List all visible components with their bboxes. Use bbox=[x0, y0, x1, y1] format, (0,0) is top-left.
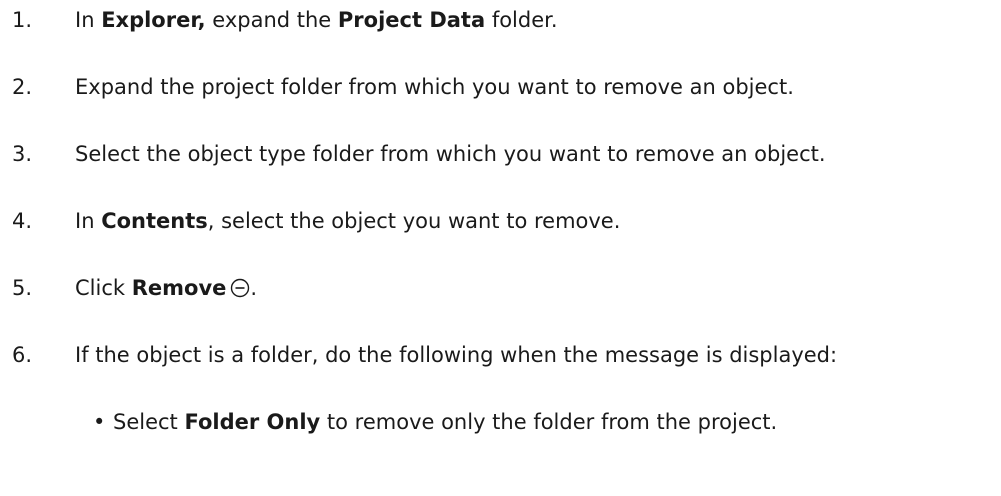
step-item: 5. Click Remove. bbox=[0, 274, 1001, 302]
text-run: Click bbox=[75, 276, 132, 300]
step-item: 1. In Explorer, expand the Project Data f… bbox=[0, 6, 1001, 34]
bold-term: Contents bbox=[101, 209, 208, 233]
step-text: In Explorer, expand the Project Data fol… bbox=[75, 6, 558, 34]
text-run: expand the bbox=[205, 8, 338, 32]
step-text: Click Remove. bbox=[75, 274, 257, 302]
text-run: In bbox=[75, 209, 102, 233]
step-text: In Contents, select the object you want … bbox=[75, 207, 620, 235]
step-number: 6. bbox=[12, 343, 33, 367]
step-number: 2. bbox=[12, 75, 33, 99]
text-run: folder. bbox=[485, 8, 558, 32]
bold-term: Explorer, bbox=[101, 8, 206, 32]
step-item: 4. In Contents, select the object you wan… bbox=[0, 207, 1001, 235]
text-run: , select the object you want to remove. bbox=[207, 209, 621, 233]
bullet-text: Select Folder Only to remove only the fo… bbox=[113, 408, 777, 436]
text-run: In bbox=[75, 8, 102, 32]
step-text: If the object is a folder, do the follow… bbox=[75, 341, 837, 369]
bold-term: Folder Only bbox=[184, 410, 321, 434]
step-number: 1. bbox=[12, 8, 33, 32]
step-number: 3. bbox=[12, 142, 33, 166]
step-item: 3. Select the object type folder from whi… bbox=[0, 140, 1001, 168]
step-text: Select the object type folder from which… bbox=[75, 140, 826, 168]
step-number: 4. bbox=[12, 209, 33, 233]
sub-bullet-item: • Select Folder Only to remove only the f… bbox=[0, 408, 1001, 436]
bold-term: Project Data bbox=[337, 8, 486, 32]
bold-term: Remove bbox=[131, 276, 227, 300]
remove-circle-icon bbox=[231, 278, 250, 298]
step-item: 2. Expand the project folder from which y… bbox=[0, 73, 1001, 101]
instruction-document: 1. In Explorer, expand the Project Data f… bbox=[0, 0, 1001, 496]
text-run: . bbox=[250, 276, 258, 300]
text-run: Expand the project folder from which you… bbox=[75, 75, 794, 99]
bullet-dot: • bbox=[93, 410, 106, 434]
text-run: If the object is a folder, do the follow… bbox=[75, 343, 838, 367]
text-run: Select bbox=[113, 410, 185, 434]
step-item: 6. If the object is a folder, do the foll… bbox=[0, 341, 1001, 369]
text-run: Select the object type folder from which… bbox=[75, 142, 826, 166]
step-text: Expand the project folder from which you… bbox=[75, 73, 794, 101]
step-number: 5. bbox=[12, 276, 33, 300]
text-run: to remove only the folder from the proje… bbox=[320, 410, 778, 434]
